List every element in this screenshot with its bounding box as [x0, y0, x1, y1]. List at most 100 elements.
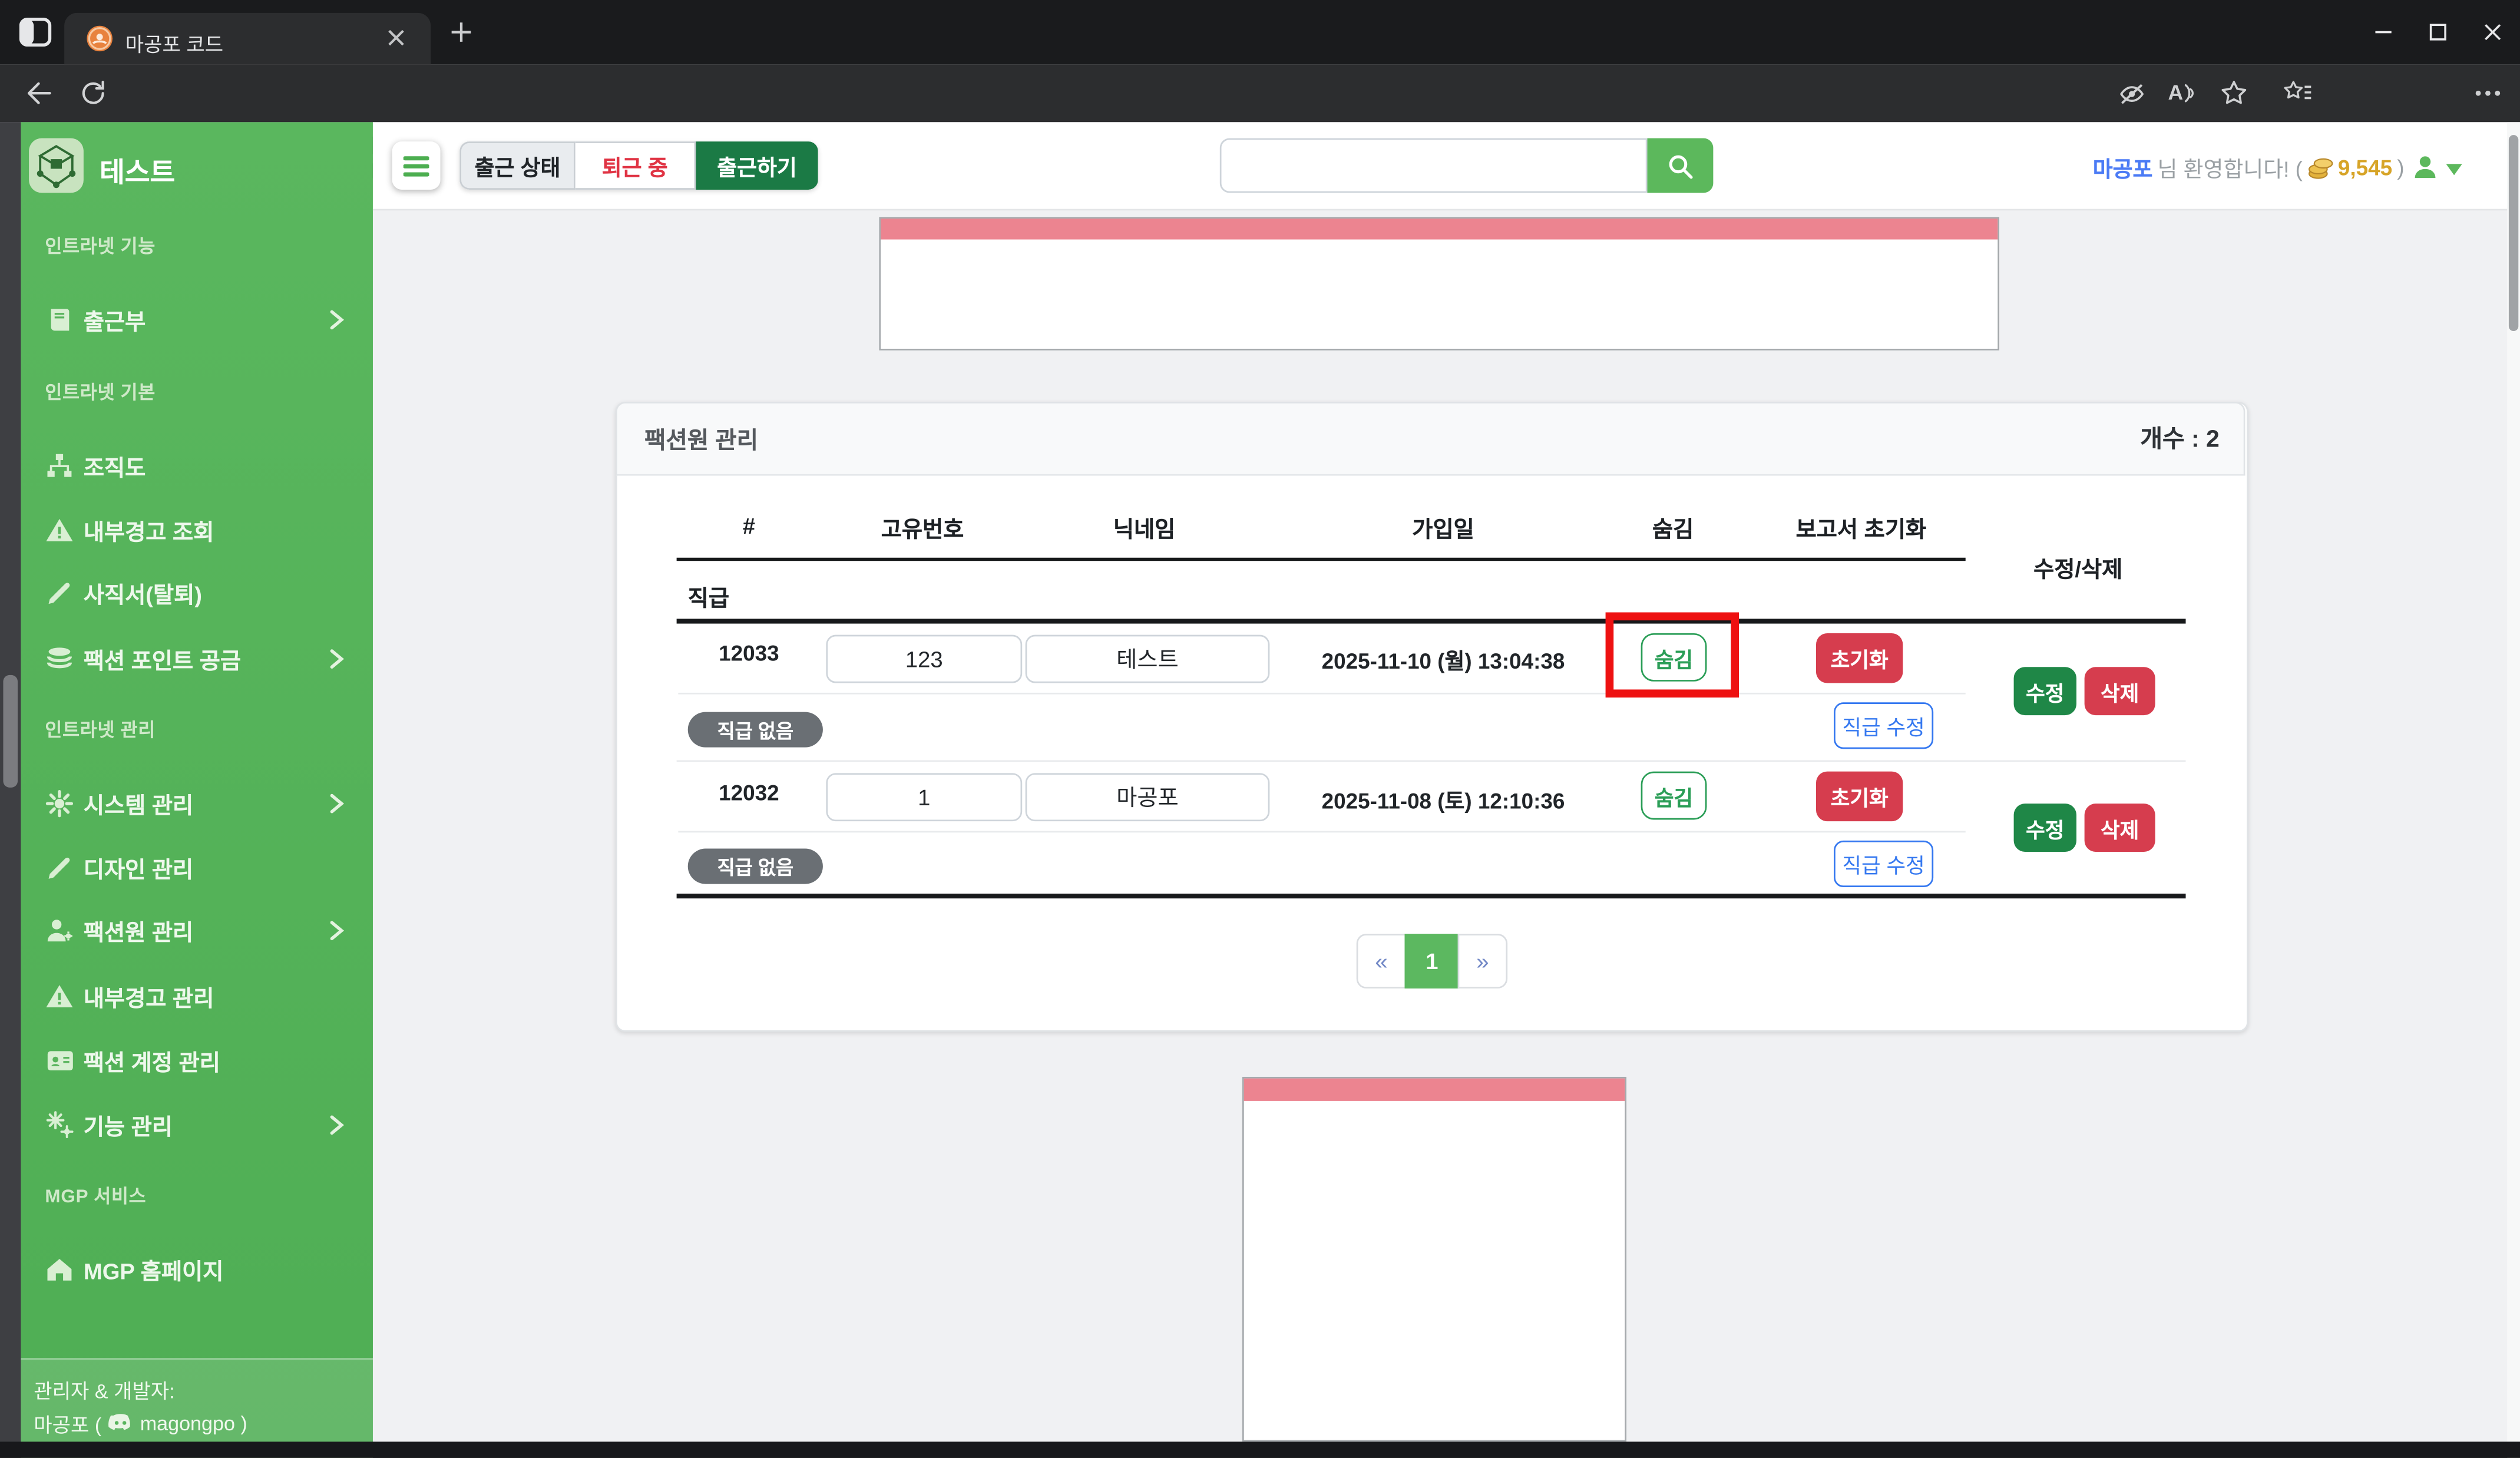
- clock-in-button[interactable]: 출근하기: [696, 141, 818, 190]
- tab-close-icon[interactable]: [386, 27, 406, 48]
- sidebar-section-mgp-service: MGP 서비스: [45, 1188, 147, 1207]
- attendance-control-group: 출근 상태 퇴근 중 출근하기: [459, 141, 818, 190]
- sidebar-item-warning-lookup[interactable]: 내부경고 조회: [21, 506, 373, 554]
- search-input[interactable]: [1219, 138, 1648, 193]
- rank-edit-button[interactable]: 직급 수정: [1834, 840, 1934, 888]
- col-header-edit-delete: 수정/삭제: [2033, 556, 2123, 582]
- gear-icon: [45, 789, 74, 818]
- unique-no-input[interactable]: [826, 773, 1023, 822]
- chevron-right-icon: [328, 920, 346, 942]
- sidebar-scrollbar-track[interactable]: [0, 122, 21, 1458]
- pagination-prev-button[interactable]: «: [1356, 934, 1407, 988]
- sidebar-section-intranet-features: 인트라넷 기능: [45, 237, 156, 257]
- sidebar-item-faction-points[interactable]: 팩션 포인트 공금: [21, 635, 373, 683]
- nickname-input[interactable]: [1025, 634, 1270, 683]
- favorites-bar-icon[interactable]: [2284, 80, 2313, 104]
- browser-toolbar: 127.0.0.1:8080/service/intranet/admin/me…: [0, 64, 2520, 180]
- row-divider: [678, 831, 1966, 833]
- sidebar-item-warning-mgmt[interactable]: 내부경고 관리: [21, 973, 373, 1021]
- window-maximize-button[interactable]: [2410, 0, 2465, 64]
- header-divider: [676, 557, 1966, 561]
- footer-role-label: 관리자 & 개발자:: [34, 1380, 175, 1403]
- page-scrollbar-thumb[interactable]: [2508, 135, 2519, 332]
- rank-edit-button[interactable]: 직급 수정: [1834, 702, 1934, 749]
- browser-tab[interactable]: 마공포 코드: [64, 12, 431, 65]
- delete-button[interactable]: 삭제: [2084, 804, 2155, 852]
- window-minimize-button[interactable]: [2356, 0, 2411, 64]
- top-panel-header-bar: [881, 219, 1998, 240]
- discord-icon: [108, 1413, 134, 1433]
- sidebar-item-resignation[interactable]: 사직서(탈퇴): [21, 569, 373, 617]
- sidebar-item-attendance-book[interactable]: 출근부: [21, 296, 373, 344]
- hamburger-icon: [403, 155, 429, 176]
- edit-button[interactable]: 수정: [2013, 667, 2076, 716]
- col-header-report-reset: 보고서 초기화: [1795, 515, 1927, 542]
- chevron-right-icon: [328, 648, 346, 670]
- warning-icon: [45, 516, 74, 545]
- search-button[interactable]: [1647, 138, 1714, 193]
- new-tab-button[interactable]: [450, 21, 472, 43]
- sidebar-item-feature-mgmt[interactable]: 기능 관리: [21, 1101, 373, 1149]
- col-header-rank: 직급: [687, 585, 730, 611]
- hide-button[interactable]: 숨김: [1641, 771, 1707, 820]
- home-icon: [45, 1255, 74, 1284]
- unique-no-input[interactable]: [826, 634, 1023, 683]
- menu-toggle-button[interactable]: [392, 141, 441, 190]
- sidebar-item-account-mgmt[interactable]: 팩션 계정 관리: [21, 1037, 373, 1085]
- app-logo[interactable]: [29, 138, 84, 193]
- attendance-state-value: 퇴근 중: [575, 141, 696, 190]
- top-partial-panel: [879, 217, 2000, 351]
- app-title: 테스트: [100, 157, 176, 189]
- report-reset-button[interactable]: 초기화: [1816, 633, 1903, 683]
- sidebar-item-org-chart[interactable]: 조직도: [21, 442, 373, 490]
- browser-window: 마공포 코드 127.0.0.1:8080/service/intranet/a…: [0, 0, 2520, 1458]
- window-bottom-edge: [0, 1442, 2520, 1458]
- col-header-unique: 고유번호: [881, 515, 964, 542]
- sidebar-item-mgp-homepage[interactable]: MGP 홈페이지: [21, 1245, 373, 1294]
- nickname-input[interactable]: [1025, 773, 1270, 822]
- coins-icon: [45, 644, 74, 673]
- col-header-nickname: 닉네임: [1113, 515, 1176, 542]
- chevron-right-icon: [328, 792, 346, 815]
- pagination-page-1[interactable]: 1: [1404, 934, 1460, 988]
- panel-count: 개수 : 2: [2140, 426, 2220, 454]
- refresh-button[interactable]: [80, 80, 106, 106]
- joined-date: 2025-11-08 (토) 12:10:36: [1321, 789, 1565, 814]
- report-reset-button[interactable]: 초기화: [1816, 771, 1903, 822]
- user-menu-icon[interactable]: [2410, 153, 2439, 181]
- id-card-icon: [45, 1046, 75, 1075]
- window-close-button[interactable]: [2465, 0, 2520, 64]
- tab-workspaces-icon[interactable]: [19, 18, 52, 47]
- back-button[interactable]: [26, 80, 53, 106]
- panel-title: 팩션원 관리: [644, 429, 759, 455]
- sidebar-section-intranet-admin: 인트라넷 관리: [45, 722, 156, 741]
- tracking-prevention-icon[interactable]: [2118, 82, 2145, 106]
- pen-icon: [45, 854, 74, 882]
- member-panel-header: [615, 402, 2245, 476]
- user-menu-caret-icon[interactable]: [2446, 164, 2462, 176]
- table-bottom-divider: [676, 893, 2186, 898]
- welcome-message: 마공포 님 환영합니다! ( 9,545 ): [2093, 151, 2405, 183]
- sidebar-item-design-mgmt[interactable]: 디자인 관리: [21, 844, 373, 892]
- footer-developer: 마공포 ( magongpo ): [34, 1411, 247, 1437]
- favorite-star-icon[interactable]: [2221, 80, 2247, 104]
- settings-menu-icon[interactable]: [2475, 90, 2501, 97]
- chevron-right-icon: [328, 309, 346, 331]
- bottom-partial-panel: [1242, 1076, 1627, 1442]
- header-bottom-divider: [676, 619, 2186, 623]
- pagination-next-button[interactable]: »: [1457, 934, 1508, 988]
- book-icon: [45, 305, 74, 334]
- tab-title: 마공포 코드: [125, 34, 224, 57]
- attendance-status-label: 출근 상태: [459, 141, 576, 190]
- gears-icon: [45, 1110, 75, 1139]
- edit-button[interactable]: 수정: [2013, 804, 2076, 852]
- col-header-hidden: 숨김: [1652, 515, 1694, 542]
- sidebar-item-member-mgmt[interactable]: 팩션원 관리: [21, 907, 373, 955]
- row-divider: [678, 692, 1966, 695]
- read-aloud-icon[interactable]: A: [2168, 80, 2196, 104]
- sidebar-item-system-mgmt[interactable]: 시스템 관리: [21, 779, 373, 828]
- sidebar-scrollbar-thumb[interactable]: [3, 675, 18, 788]
- row-no: 12033: [719, 641, 779, 666]
- delete-button[interactable]: 삭제: [2084, 667, 2155, 716]
- warning-icon: [45, 982, 74, 1011]
